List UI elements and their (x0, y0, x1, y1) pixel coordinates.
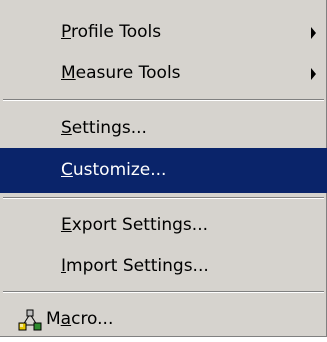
menu-item-label: Profile Tools (61, 22, 162, 42)
macro-icon (18, 309, 42, 331)
menu-item-profile-tools[interactable]: Profile Tools (0, 10, 327, 55)
menu-item-export-settings[interactable]: Export Settings... (0, 203, 327, 248)
menu-item-customize[interactable]: Customize... (0, 148, 327, 193)
menu-separator (3, 291, 324, 293)
submenu-arrow-icon (311, 67, 316, 80)
menu-separator (3, 197, 324, 199)
menu-item-measure-tools[interactable]: Measure Tools (0, 51, 327, 96)
menu-item-label: Macro... (46, 309, 114, 329)
menu-item-label: Customize... (61, 160, 167, 180)
menu-item-label: Export Settings... (61, 215, 208, 235)
menu-item-settings[interactable]: Settings... (0, 106, 327, 151)
menu-item-label: Settings... (61, 118, 147, 138)
menu-item-import-settings[interactable]: Import Settings... (0, 244, 327, 289)
menu-item-label: Measure Tools (61, 63, 181, 83)
menu-item-label: Import Settings... (61, 256, 209, 276)
menu-separator (3, 99, 324, 101)
menu-item-macro[interactable]: Macro... (0, 297, 327, 342)
submenu-arrow-icon (311, 26, 316, 39)
context-menu: Profile Tools Measure Tools Settings... … (0, 0, 327, 337)
